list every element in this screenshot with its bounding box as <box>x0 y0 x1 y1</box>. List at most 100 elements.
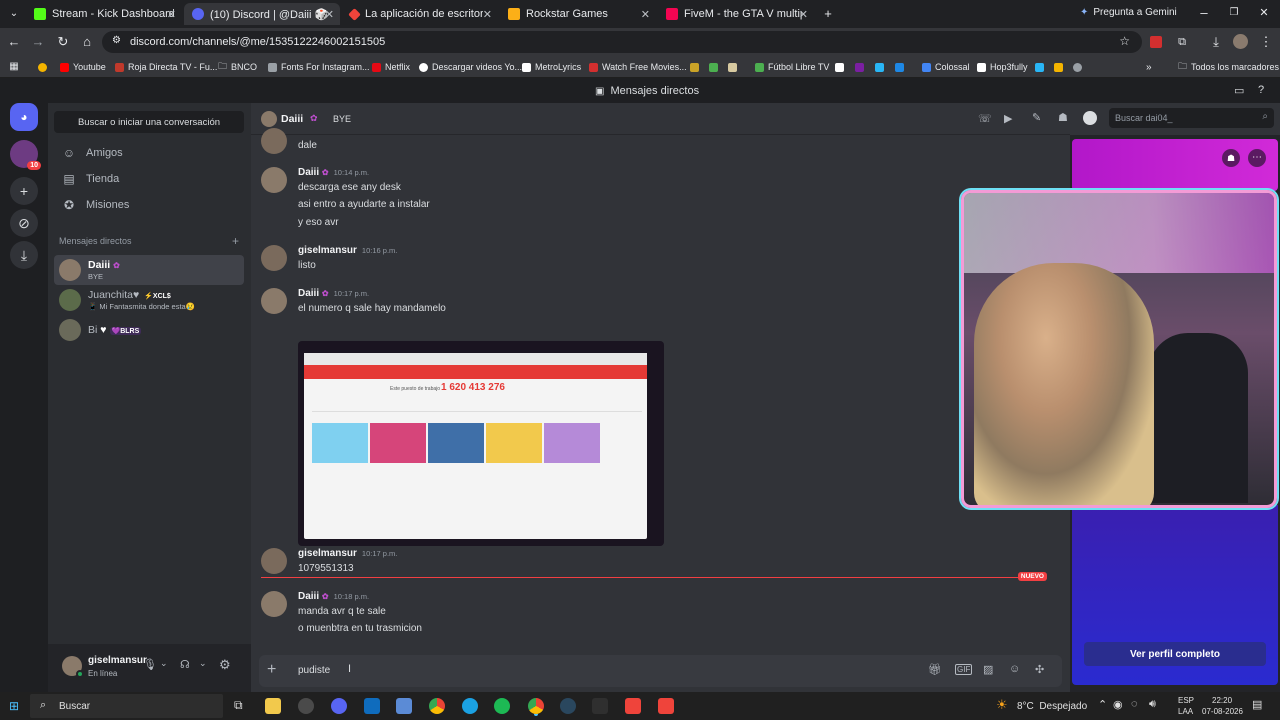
user-avatar[interactable] <box>62 656 84 678</box>
bookmark-item[interactable] <box>690 59 737 75</box>
site-info-icon[interactable]: ⚙ <box>112 35 121 46</box>
apps-grid-icon[interactable]: ▦ <box>6 59 22 75</box>
bookmark-item[interactable]: Fútbol Libre TV <box>755 59 829 75</box>
find-conversation-button[interactable]: Buscar o iniciar una conversación <box>54 111 244 133</box>
chrome-icon[interactable] <box>429 698 445 714</box>
tab-search-icon[interactable]: ⌄ <box>6 6 22 22</box>
emoji-icon[interactable]: ☺ <box>1009 663 1020 675</box>
add-friends-icon[interactable]: ☗ <box>1058 111 1068 124</box>
settings-gear-icon[interactable]: ⚙ <box>219 657 231 673</box>
app-icon[interactable] <box>298 698 314 714</box>
steam-icon[interactable] <box>560 698 576 714</box>
add-attachment-icon[interactable]: + <box>267 661 276 679</box>
download-icon[interactable]: ⤓ <box>1208 34 1224 50</box>
message-author[interactable]: Daiii ✿ 10:17 p.m. <box>298 288 369 299</box>
guild-avatar[interactable]: 10 <box>10 140 41 170</box>
add-friend-icon[interactable]: ☗ <box>1222 149 1240 167</box>
bookmark-item[interactable]: Watch Free Movies... <box>589 59 687 75</box>
discord-taskbar-icon[interactable] <box>331 698 347 714</box>
message-input[interactable]: pudiste <box>298 665 330 676</box>
address-bar[interactable]: ⚙ discord.com/channels/@me/1535122246002… <box>102 31 1142 53</box>
close-icon[interactable]: ✕ <box>167 8 176 21</box>
home-icon[interactable]: ⌂ <box>79 34 95 50</box>
minimize-icon[interactable]: – <box>1196 5 1212 21</box>
tab-fivem[interactable]: FiveM - the GTA V multiplayer m ✕ <box>658 3 814 25</box>
forward-icon[interactable]: → <box>30 34 46 50</box>
task-view-icon[interactable]: ⧉ <box>234 698 243 713</box>
tab-rockstar[interactable]: Rockstar Games ✕ <box>500 3 656 25</box>
sticker-icon[interactable]: ▨ <box>983 663 993 676</box>
outlook-icon[interactable] <box>364 698 380 714</box>
volume-icon[interactable]: 🔊︎ <box>1149 698 1156 711</box>
clock-time[interactable]: 22:20 <box>1212 696 1232 705</box>
all-bookmarks[interactable]: 🗀 Todos los marcadores <box>1178 59 1279 75</box>
edge-icon[interactable] <box>462 698 478 714</box>
message-author[interactable]: Daiii ✿ 10:14 p.m. <box>298 167 369 178</box>
bookmark-star-icon[interactable]: ☆ <box>1119 34 1130 48</box>
back-icon[interactable]: ← <box>6 34 22 50</box>
message-author[interactable]: Daiii ✿ 10:18 p.m. <box>298 591 369 602</box>
chevron-down-icon[interactable]: ⌄ <box>199 658 207 669</box>
bookmark-item[interactable]: Fonts For Instagram... <box>268 59 370 75</box>
close-icon[interactable]: ✕ <box>641 8 650 21</box>
call-icon[interactable]: ☏ <box>978 112 992 125</box>
bookmark-item[interactable]: Youtube <box>60 59 106 75</box>
chevron-down-icon[interactable]: ⌄ <box>160 658 168 669</box>
bookmark-item[interactable]: Colossal <box>922 59 970 75</box>
chrome-icon[interactable] <box>528 698 544 714</box>
microphone-icon[interactable]: 🎙 <box>143 658 157 671</box>
close-window-icon[interactable]: ✕ <box>1256 5 1272 21</box>
discover-icon[interactable]: ⊘ <box>10 209 38 237</box>
tray-app-icon[interactable]: ◉ <box>1113 698 1123 711</box>
anydesk-icon[interactable] <box>625 698 641 714</box>
message-author[interactable]: giselmansur 10:17 p.m. <box>298 548 397 559</box>
bookmark-item[interactable]: Roja Directa TV - Fu... <box>115 59 217 75</box>
message-author[interactable]: giselmansur 10:16 p.m. <box>298 245 397 256</box>
network-icon[interactable]: ◌ <box>1131 698 1138 710</box>
image-attachment[interactable]: Este puesto de trabajo 1 620 413 276 <box>298 341 664 546</box>
video-call-icon[interactable]: ▶ <box>1004 112 1012 125</box>
anydesk-icon[interactable] <box>658 698 674 714</box>
gemini-button[interactable]: ✦ Pregunta a Gemini <box>1080 7 1177 18</box>
taskbar-search[interactable]: ⌕ Buscar <box>30 694 223 718</box>
add-server-icon[interactable]: + <box>10 177 38 205</box>
dm-item-daiii[interactable]: Daiii ✿ BYE <box>54 255 244 285</box>
header-username[interactable]: Daiii <box>281 113 303 125</box>
more-bookmarks-icon[interactable]: » <box>1146 59 1152 75</box>
more-options-icon[interactable]: ⋯ <box>1248 149 1266 167</box>
epic-games-icon[interactable] <box>592 698 608 714</box>
tab-discord[interactable]: (10) Discord | @Daiii 🎲 ✕ <box>184 3 340 25</box>
tray-chevron-icon[interactable]: ⌃ <box>1098 698 1107 711</box>
chat-search-input[interactable]: Buscar dai04_ ⌕ <box>1109 108 1274 128</box>
nav-shop[interactable]: ▤ Tienda <box>56 167 244 191</box>
profile-avatar[interactable] <box>1233 34 1248 49</box>
extension-icon[interactable] <box>1150 36 1162 48</box>
dm-item-juanchita[interactable]: Juanchita♥ ⚡XCL$ 📱 Mi Fantasmita donde es… <box>54 285 244 315</box>
nav-quests[interactable]: ✪ Misiones <box>56 193 244 217</box>
pinned-messages-icon[interactable]: ✎ <box>1032 111 1041 124</box>
bookmark-item[interactable]: Descargar videos Yo... <box>419 59 522 75</box>
help-icon[interactable]: ? <box>1258 84 1264 96</box>
notifications-icon[interactable]: ▤ <box>1252 698 1262 711</box>
view-full-profile-button[interactable]: Ver perfil completo <box>1084 642 1266 666</box>
create-dm-icon[interactable]: + <box>232 234 239 248</box>
bookmark-item[interactable]: Netflix <box>372 59 410 75</box>
bookmark-item[interactable] <box>1035 59 1082 75</box>
new-tab-icon[interactable]: + <box>820 6 836 22</box>
download-apps-icon[interactable]: ⤓ <box>10 241 38 269</box>
close-icon[interactable]: ✕ <box>325 8 334 21</box>
app-icon[interactable] <box>396 698 412 714</box>
bookmark-item[interactable] <box>38 59 47 75</box>
tab-anydesk[interactable]: La aplicación de escritorio remo ✕ <box>342 3 498 25</box>
tab-kick[interactable]: Stream - Kick Dashboard ✕ <box>26 3 182 25</box>
gif-icon[interactable]: GIF <box>955 664 973 675</box>
gift-icon[interactable]: 🎁︎ <box>928 663 942 676</box>
discord-home-icon[interactable]: ◕ <box>10 103 38 131</box>
file-explorer-icon[interactable] <box>265 698 281 714</box>
extensions-puzzle-icon[interactable]: ⧉ <box>1174 34 1190 50</box>
close-icon[interactable]: ✕ <box>799 8 808 21</box>
show-profile-icon[interactable] <box>1083 111 1097 125</box>
close-icon[interactable]: ✕ <box>483 8 492 21</box>
language-indicator[interactable]: ESP <box>1178 696 1194 705</box>
nav-friends[interactable]: ☺ Amigos <box>56 141 244 165</box>
